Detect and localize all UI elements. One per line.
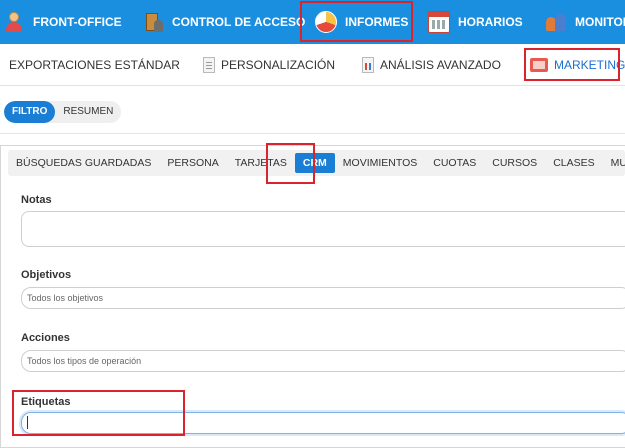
access-door-icon (142, 11, 164, 33)
tab-crm[interactable]: CRM (294, 153, 335, 173)
tab-cuotas[interactable]: CUOTAS (425, 153, 484, 173)
subnav-exportaciones-estandar[interactable]: EXPORTACIONES ESTÁNDAR (9, 44, 180, 85)
report-chart-icon (362, 57, 374, 73)
tags-label: Etiquetas (21, 396, 71, 408)
pie-chart-icon (315, 11, 337, 33)
view-toggle: FILTRO RESUMEN (4, 101, 122, 123)
nav-control-de-acceso[interactable]: CONTROL DE ACCESO (142, 0, 305, 44)
actions-label: Acciones (21, 332, 70, 344)
people-icon (545, 11, 567, 33)
tags-input[interactable] (21, 412, 625, 434)
nav-front-office-label: FRONT-OFFICE (33, 15, 122, 29)
actions-select[interactable]: Todos los tipos de operación (21, 350, 625, 372)
tab-movimientos[interactable]: MOVIMIENTOS (335, 153, 425, 173)
filter-tabs: BÚSQUEDAS GUARDADAS PERSONA TARJETAS CRM… (8, 150, 625, 176)
tab-busquedas-guardadas[interactable]: BÚSQUEDAS GUARDADAS (8, 153, 159, 173)
nav-informes[interactable]: INFORMES (315, 0, 408, 44)
sub-navigation-bar: EXPORTACIONES ESTÁNDAR PERSONALIZACIÓN A… (0, 44, 625, 86)
calendar-icon (428, 11, 450, 33)
objectives-select[interactable]: Todos los objetivos (21, 287, 625, 309)
text-cursor (27, 416, 28, 429)
document-icon (203, 57, 215, 73)
subnav-marketing[interactable]: MARKETING (530, 44, 625, 85)
subnav-marketing-label: MARKETING (554, 58, 625, 72)
nav-monitor-label: MONITOR (575, 15, 625, 29)
tab-persona[interactable]: PERSONA (159, 153, 226, 173)
nav-front-office[interactable]: FRONT-OFFICE (3, 0, 122, 44)
subnav-exportaciones-label: EXPORTACIONES ESTÁNDAR (9, 58, 180, 72)
nav-control-de-acceso-label: CONTROL DE ACCESO (172, 15, 306, 29)
notes-textarea[interactable] (21, 211, 625, 247)
notes-label: Notas (21, 194, 52, 206)
nav-horarios[interactable]: HORARIOS (428, 0, 523, 44)
section-divider (0, 133, 625, 134)
subnav-analisis-avanzado[interactable]: ANÁLISIS AVANZADO (362, 44, 501, 85)
user-icon (3, 11, 25, 33)
tab-multipacks[interactable]: MULTIPACKS (603, 153, 625, 173)
filter-toggle-button[interactable]: FILTRO (4, 101, 56, 123)
marketing-icon (530, 58, 548, 72)
nav-monitor[interactable]: MONITOR (545, 0, 625, 44)
tab-cursos[interactable]: CURSOS (484, 153, 545, 173)
nav-informes-label: INFORMES (345, 15, 409, 29)
top-navigation-bar: FRONT-OFFICE CONTROL DE ACCESO INFORMES … (0, 0, 625, 44)
summary-toggle-button[interactable]: RESUMEN (55, 101, 121, 123)
objectives-label: Objetivos (21, 269, 72, 281)
subnav-personalizacion[interactable]: PERSONALIZACIÓN (203, 44, 336, 85)
subnav-analisis-label: ANÁLISIS AVANZADO (380, 58, 501, 72)
nav-horarios-label: HORARIOS (458, 15, 523, 29)
tab-clases[interactable]: CLASES (545, 153, 602, 173)
subnav-personalizacion-label: PERSONALIZACIÓN (221, 58, 336, 72)
tab-tarjetas[interactable]: TARJETAS (227, 153, 295, 173)
